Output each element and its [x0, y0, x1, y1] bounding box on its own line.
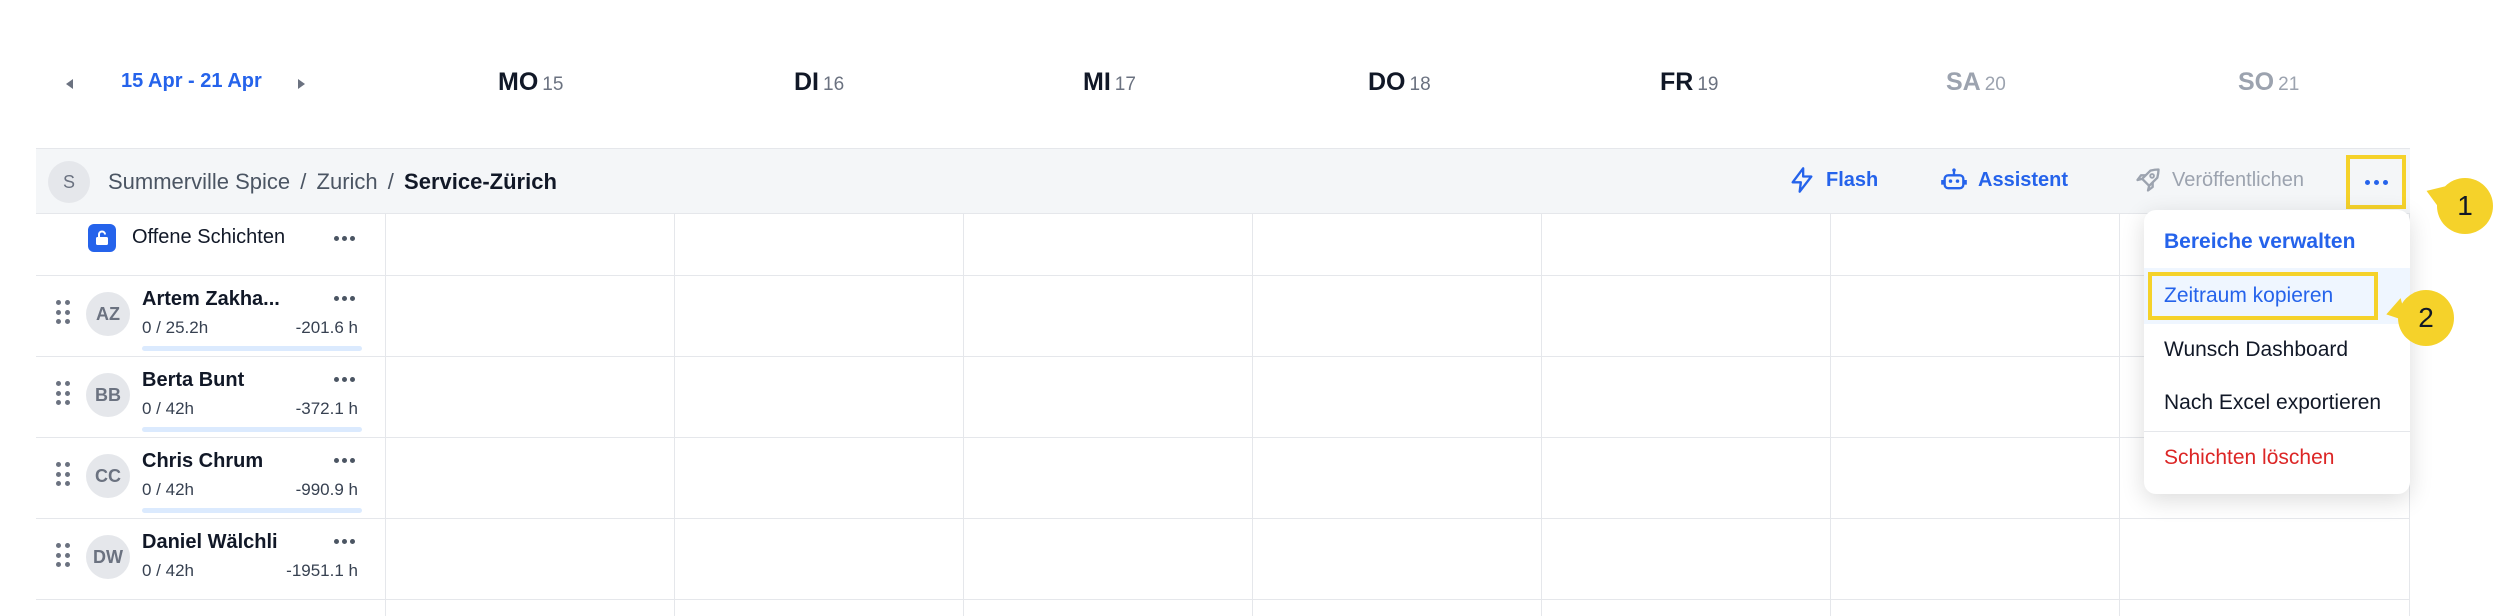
week-header: 15 Apr - 21 Apr MO 15 DI 16 MI 17 DO 18 FR 19… [0, 0, 2500, 150]
employee-menu-icon[interactable] [334, 531, 360, 551]
callout-badge: 1 [2437, 178, 2493, 234]
employee-menu-icon[interactable] [334, 450, 360, 470]
employee-row: DW Daniel Wälchli 0 / 42h -1951.1 h [36, 519, 2410, 600]
breadcrumb-separator: / [387, 169, 394, 194]
employee-hours: 0 / 25.2h [142, 318, 209, 337]
callout-badge: 2 [2398, 290, 2454, 346]
employee-balance: -372.1 h [295, 399, 358, 418]
menu-item-wish-dashboard[interactable]: Wunsch Dashboard [2164, 338, 2348, 362]
employee-balance: -201.6 h [295, 318, 358, 337]
employee-hours: 0 / 42h [142, 561, 194, 580]
menu-item-delete-shifts[interactable]: Schichten löschen [2164, 446, 2334, 470]
drag-handle-icon[interactable] [56, 543, 70, 569]
employee-name[interactable]: Daniel Wälchli [142, 531, 278, 554]
assistant-label: Assistent [1978, 168, 2069, 191]
previous-week-icon[interactable] [60, 74, 80, 94]
unlock-icon [88, 224, 116, 252]
employee-hours: 0 / 42h [142, 399, 194, 418]
day-header-tuesday: DI 16 [794, 68, 845, 96]
drag-handle-icon[interactable] [56, 300, 70, 326]
rocket-icon [2136, 168, 2160, 192]
more-dots-icon [2364, 179, 2388, 185]
breadcrumb-separator: / [300, 169, 307, 194]
day-header-saturday: SA 20 [1946, 68, 2006, 96]
avatar: BB [86, 373, 130, 417]
robot-icon [1941, 168, 1967, 190]
next-week-icon[interactable] [291, 74, 311, 94]
avatar: AZ [86, 292, 130, 336]
area-toolbar: S Summerville Spice / Zurich / Service-Z… [36, 148, 2410, 214]
hours-progress-bar [142, 427, 362, 432]
hours-progress-bar [142, 508, 362, 513]
employee-balance: -1951.1 h [286, 561, 358, 580]
employee-name[interactable]: Chris Chrum [142, 450, 263, 473]
publish-button[interactable]: Veröffentlichen [2134, 166, 2304, 194]
avatar: CC [86, 454, 130, 498]
menu-divider [2144, 431, 2410, 432]
schedule-grid: Offene Schichten AZ Artem Zakha... 0 / 2… [36, 214, 2410, 616]
employee-row: CC Chris Chrum 0 / 42h -990.9 h [36, 438, 2410, 519]
day-header-thursday: DO 18 [1368, 68, 1431, 96]
open-shifts-row: Offene Schichten [36, 214, 2410, 276]
hours-progress-bar [142, 346, 362, 351]
day-header-friday: FR 19 [1660, 68, 1719, 96]
publish-label: Veröffentlichen [2172, 168, 2304, 191]
assistant-button[interactable]: Assistent [1940, 166, 2068, 194]
menu-item-manage-areas[interactable]: Bereiche verwalten [2164, 230, 2355, 254]
employee-row: BB Berta Bunt 0 / 42h -372.1 h [36, 357, 2410, 438]
flash-button[interactable]: Flash [1788, 166, 1878, 194]
employee-row: AZ Artem Zakha... 0 / 25.2h -201.6 h [36, 276, 2410, 357]
employee-menu-icon[interactable] [334, 369, 360, 389]
day-header-sunday: SO 21 [2238, 68, 2300, 96]
employee-hours: 0 / 42h [142, 480, 194, 499]
breadcrumb: Summerville Spice / Zurich / Service-Zür… [108, 169, 557, 195]
open-shifts-menu-icon[interactable] [334, 228, 360, 248]
area-avatar: S [48, 161, 90, 203]
lightning-icon [1791, 167, 1813, 193]
menu-item-export-excel[interactable]: Nach Excel exportieren [2164, 391, 2381, 415]
day-header-monday: MO 15 [498, 68, 564, 96]
drag-handle-icon[interactable] [56, 381, 70, 407]
open-shifts-label: Offene Schichten [132, 226, 286, 248]
avatar: DW [86, 535, 130, 579]
drag-handle-icon[interactable] [56, 462, 70, 488]
date-range-selector[interactable]: 15 Apr - 21 Apr [121, 70, 262, 93]
breadcrumb-company[interactable]: Summerville Spice [108, 169, 290, 194]
employee-name[interactable]: Berta Bunt [142, 369, 244, 392]
employee-name[interactable]: Artem Zakha... [142, 288, 280, 311]
more-options-button[interactable] [2346, 155, 2406, 209]
flash-label: Flash [1826, 168, 1879, 191]
employee-menu-icon[interactable] [334, 288, 360, 308]
day-header-wednesday: MI 17 [1083, 68, 1136, 96]
employee-balance: -990.9 h [295, 480, 358, 499]
more-options-menu: Bereiche verwalten Zeitraum kopieren Wun… [2144, 210, 2410, 494]
breadcrumb-location[interactable]: Zurich [317, 169, 378, 194]
breadcrumb-area: Service-Zürich [404, 169, 557, 194]
menu-item-copy-period[interactable]: Zeitraum kopieren [2148, 272, 2378, 320]
